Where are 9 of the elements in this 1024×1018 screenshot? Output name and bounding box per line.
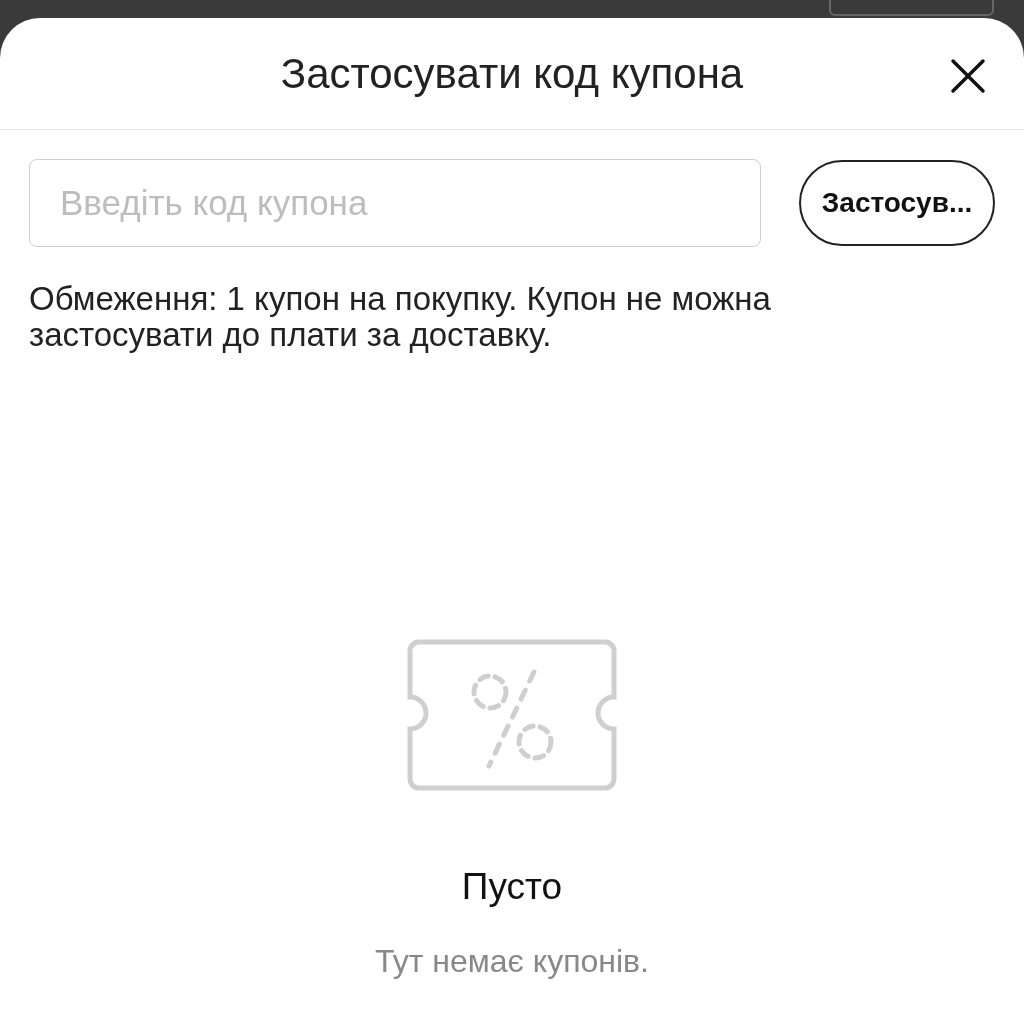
sheet-title: Застосувати код купона [280, 49, 744, 99]
coupon-icon [407, 639, 617, 791]
empty-message: Тут немає купонів. [375, 941, 649, 981]
empty-title: Пусто [461, 865, 563, 909]
coupon-limit-note: Обмеження: 1 купон на покупку. Купон не можна застосувати до плати за доставку. [29, 281, 772, 353]
close-button[interactable] [948, 56, 988, 96]
apply-button[interactable]: Застосув... [799, 160, 995, 246]
coupon-code-field[interactable]: Введіть код купона [29, 159, 761, 247]
close-icon [948, 56, 988, 96]
